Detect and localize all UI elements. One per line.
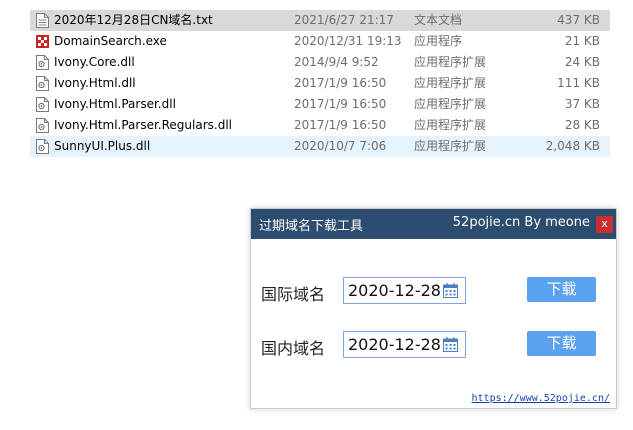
file-modified-date: 2020/12/31 19:13: [294, 34, 402, 48]
app-icon: [36, 34, 49, 49]
file-row[interactable]: DomainSearch.exe 2020/12/31 19:13 应用程序 21 K…: [30, 31, 610, 52]
file-size: 437 KB: [557, 13, 600, 27]
dll-file-icon: [36, 76, 49, 91]
file-type: 应用程序扩展: [414, 139, 487, 153]
file-type: 应用程序扩展: [414, 55, 487, 69]
file-name: DomainSearch.exe: [54, 34, 167, 48]
file-name: Ivony.Html.dll: [54, 76, 136, 90]
dialog-titlebar[interactable]: 过期域名下载工具 52pojie.cn By meone x: [251, 209, 616, 239]
file-type: 应用程序扩展: [414, 76, 487, 90]
domestic-download-button[interactable]: 下载: [527, 331, 596, 356]
file-size: 2,048 KB: [545, 139, 600, 153]
intl-date-picker[interactable]: 2020-12-28: [343, 277, 466, 304]
file-type: 应用程序扩展: [414, 97, 487, 111]
close-button[interactable]: x: [596, 216, 613, 233]
file-name: Ivony.Html.Parser.Regulars.dll: [54, 118, 233, 132]
file-modified-date: 2014/9/4 9:52: [294, 55, 379, 69]
dialog-title: 过期域名下载工具: [259, 219, 364, 234]
file-row[interactable]: 2020年12月28日CN域名.txt 2021/6/27 21:17 文本文档 43…: [30, 10, 610, 31]
dll-file-icon: [36, 97, 49, 112]
calendar-icon[interactable]: [443, 337, 458, 352]
file-name: SunnyUI.Plus.dll: [54, 139, 151, 153]
file-size: 37 KB: [564, 97, 600, 111]
file-list: 2020年12月28日CN域名.txt 2021/6/27 21:17 文本文档 43…: [30, 10, 610, 157]
file-row[interactable]: Ivony.Html.Parser.Regulars.dll 2017/1/9 1…: [30, 115, 610, 136]
footer-link[interactable]: https://www.52pojie.cn/: [472, 393, 610, 404]
file-row[interactable]: SunnyUI.Plus.dll 2020/10/7 7:06 应用程序扩展 2,04…: [30, 136, 610, 157]
file-name: 2020年12月28日CN域名.txt: [54, 13, 213, 27]
file-size: 21 KB: [564, 34, 600, 48]
file-row[interactable]: Ivony.Html.Parser.dll 2017/1/9 16:50 应用程序扩…: [30, 94, 610, 115]
dll-file-icon: [36, 139, 49, 154]
file-size: 24 KB: [564, 55, 600, 69]
intl-download-button[interactable]: 下载: [527, 277, 596, 302]
intl-domain-label: 国际域名: [261, 285, 326, 304]
file-modified-date: 2021/6/27 21:17: [294, 13, 394, 27]
domestic-date-picker[interactable]: 2020-12-28: [343, 331, 466, 358]
dll-file-icon: [36, 118, 49, 133]
file-type: 应用程序扩展: [414, 118, 487, 132]
file-modified-date: 2020/10/7 7:06: [294, 139, 387, 153]
file-size: 111 KB: [557, 76, 600, 90]
dialog-credit: 52pojie.cn By meone: [452, 215, 590, 230]
calendar-icon[interactable]: [443, 283, 458, 298]
file-row[interactable]: Ivony.Html.dll 2017/1/9 16:50 应用程序扩展 111 KB: [30, 73, 610, 94]
file-type: 应用程序: [414, 34, 463, 48]
file-row[interactable]: Ivony.Core.dll 2014/9/4 9:52 应用程序扩展 24 KB: [30, 52, 610, 73]
file-modified-date: 2017/1/9 16:50: [294, 118, 387, 132]
file-size: 28 KB: [564, 118, 600, 132]
file-modified-date: 2017/1/9 16:50: [294, 76, 387, 90]
dll-file-icon: [36, 55, 49, 70]
domestic-date-value: 2020-12-28: [348, 335, 441, 354]
file-modified-date: 2017/1/9 16:50: [294, 97, 387, 111]
file-name: Ivony.Html.Parser.dll: [54, 97, 176, 111]
file-name: Ivony.Core.dll: [54, 55, 135, 69]
domain-download-dialog: 过期域名下载工具 52pojie.cn By meone x 国际域名 2020…: [250, 208, 617, 409]
text-file-icon: [36, 13, 49, 28]
file-type: 文本文档: [414, 13, 463, 27]
intl-date-value: 2020-12-28: [348, 281, 441, 300]
domestic-domain-label: 国内域名: [261, 339, 326, 358]
